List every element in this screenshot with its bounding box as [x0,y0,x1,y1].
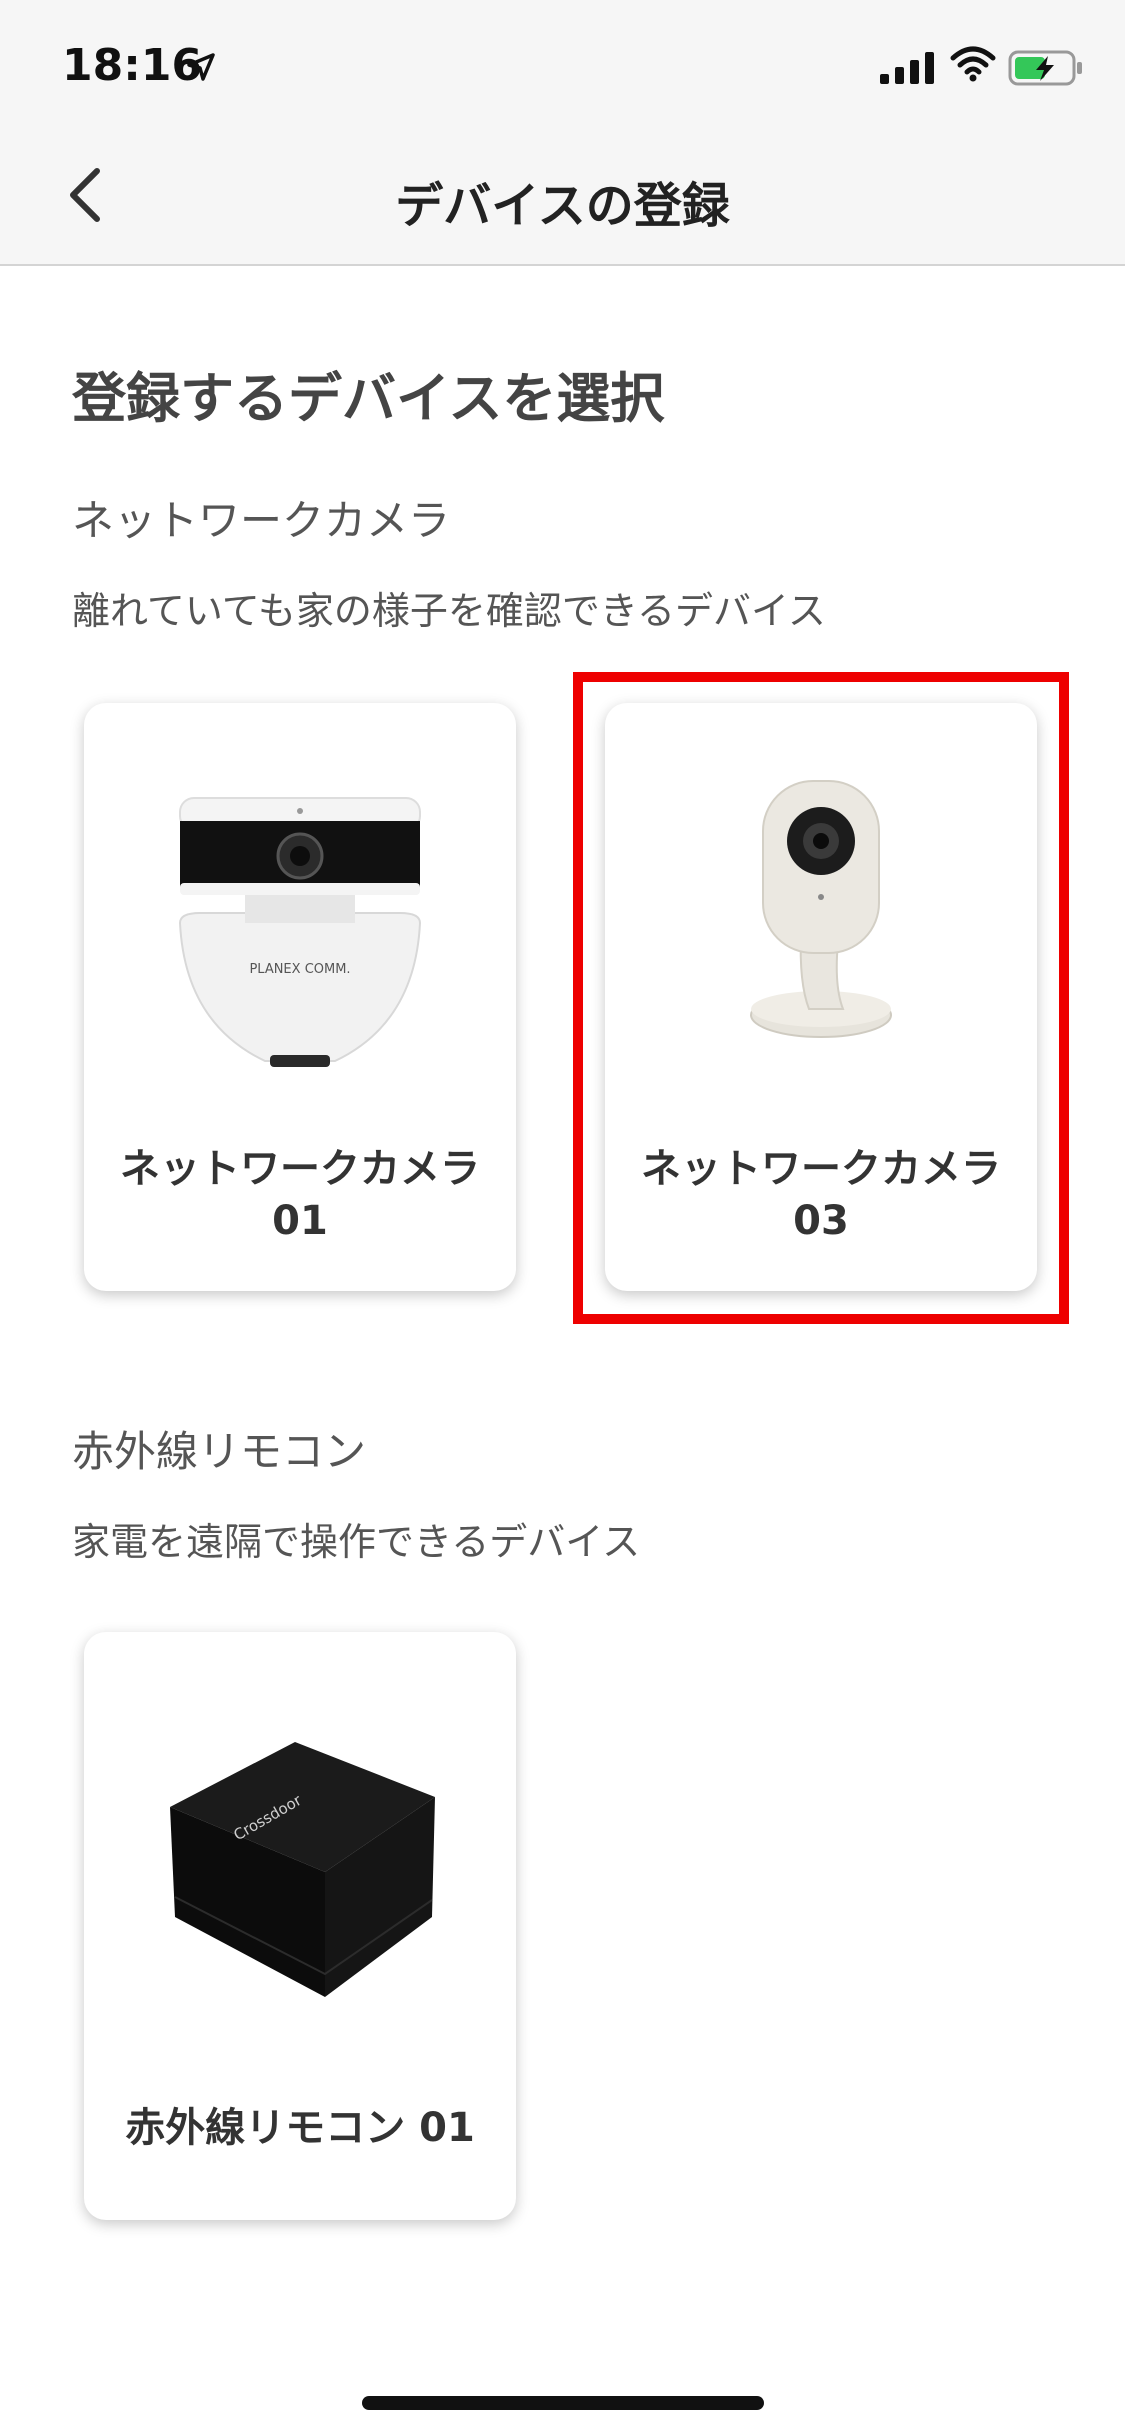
wifi-icon [950,46,996,82]
device-name-ir-remote-01: 赤外線リモコン 01 [125,2105,475,2151]
page-heading: 登録するデバイスを選択 [72,367,665,430]
home-indicator[interactable] [362,2396,764,2410]
navigation-bar: デバイスの登録 [0,130,1125,266]
status-time: 18:16 [62,40,203,91]
battery-charging-icon [1008,50,1082,86]
section-description-ir-remote: 家電を遠隔で操作できるデバイス [72,1520,641,1564]
network-camera-01-brand: PLANEX COMM. [249,962,350,977]
device-card-network-camera-01[interactable]: PLANEX COMM. ネットワークカメラ 01 [84,703,516,1291]
section-description-network-camera: 離れていても家の様子を確認できるデバイス [72,589,826,633]
device-name-network-camera-01: ネットワークカメラ 01 [104,1143,496,1247]
network-camera-01-image: PLANEX COMM. [178,797,422,1067]
device-card-ir-remote-01[interactable]: Crossdoor 赤外線リモコン 01 [84,1632,516,2220]
signal-icon [880,52,934,84]
ir-remote-01-image: Crossdoor [170,1742,435,1997]
nav-title: デバイスの登録 [395,178,730,234]
device-name-line2: 01 [272,1198,328,1244]
device-name-line1: ネットワークカメラ [120,1146,480,1192]
section-title-ir-remote: 赤外線リモコン [72,1427,367,1476]
section-title-network-camera: ネットワークカメラ [72,496,451,545]
location-arrow-icon [187,53,215,81]
highlight-box [573,672,1069,1324]
status-bar: 18:16 [0,0,1125,130]
